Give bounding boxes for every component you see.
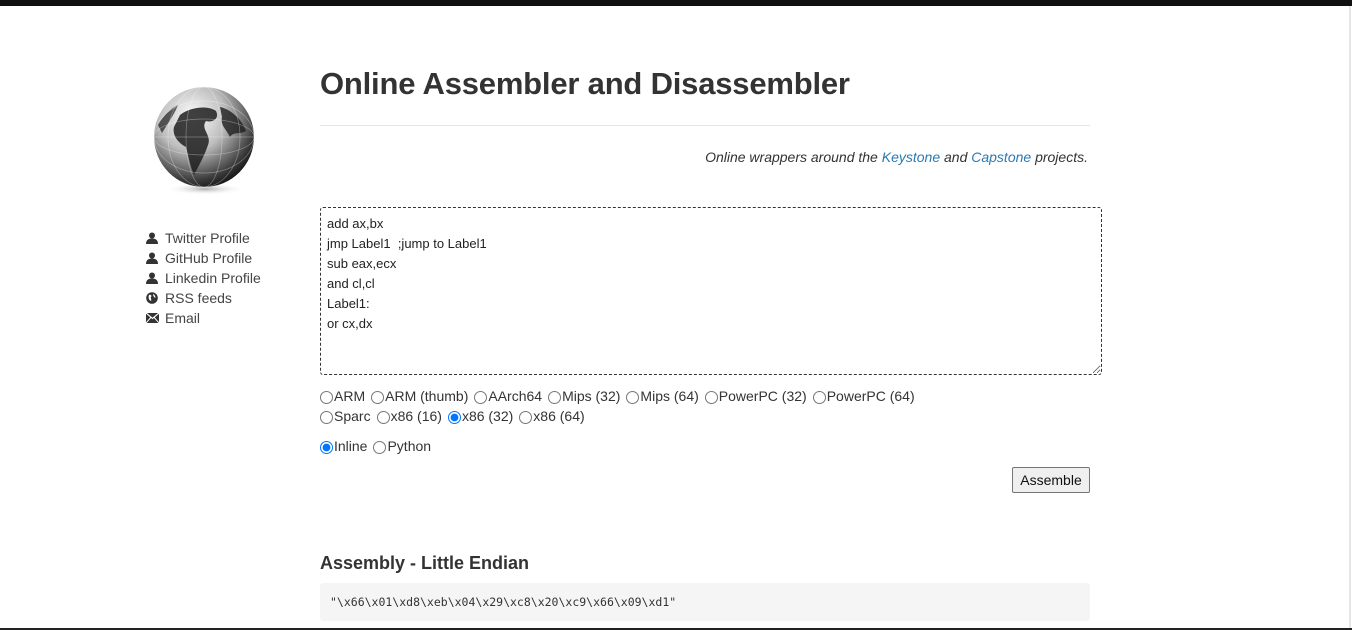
arch-radio[interactable] bbox=[371, 391, 385, 404]
assembly-output: "\x66\x01\xd8\xeb\x04\x29\xc8\x20\xc9\x6… bbox=[320, 583, 1090, 621]
arch-option-arm[interactable]: ARM bbox=[318, 388, 365, 404]
top-bar bbox=[0, 0, 1352, 6]
arch-option-ppc64[interactable]: PowerPC (64) bbox=[811, 388, 915, 404]
assemble-button[interactable]: Assemble bbox=[1012, 467, 1090, 493]
globe-icon bbox=[145, 291, 159, 305]
format-label: Python bbox=[387, 438, 432, 454]
arch-radio[interactable] bbox=[519, 411, 533, 424]
github-profile-link[interactable]: GitHub Profile bbox=[165, 248, 252, 268]
arch-radio[interactable] bbox=[626, 391, 640, 404]
sidebar-item-linkedin[interactable]: Linkedin Profile bbox=[145, 268, 261, 288]
arch-radio-row-2: Sparc x86 (16) x86 (32) x86 (64) bbox=[318, 408, 589, 424]
sidebar-item-twitter[interactable]: Twitter Profile bbox=[145, 228, 261, 248]
rss-feeds-link[interactable]: RSS feeds bbox=[165, 288, 232, 308]
arch-radio[interactable] bbox=[320, 411, 333, 424]
arch-label: Mips (32) bbox=[562, 388, 621, 404]
arch-label: x86 (32) bbox=[461, 408, 514, 424]
email-link[interactable]: Email bbox=[165, 308, 200, 328]
arch-radio-row-1: ARM ARM (thumb) AArch64 Mips (32) Mips (… bbox=[318, 388, 919, 404]
assembly-code-editor[interactable] bbox=[320, 207, 1102, 375]
page-title: Online Assembler and Disassembler bbox=[320, 66, 850, 101]
sidebar-item-github[interactable]: GitHub Profile bbox=[145, 248, 261, 268]
scrollbar-edge bbox=[1349, 6, 1351, 630]
arch-label: Sparc bbox=[334, 408, 371, 424]
tagline-text: Online wrappers around the bbox=[705, 149, 882, 165]
envelope-icon bbox=[145, 311, 159, 325]
arch-option-x86-64[interactable]: x86 (64) bbox=[517, 408, 585, 424]
arch-radio[interactable] bbox=[704, 391, 718, 404]
arch-radio[interactable] bbox=[548, 391, 562, 404]
tagline-text: projects. bbox=[1031, 149, 1088, 165]
arch-label: Mips (64) bbox=[640, 388, 699, 404]
arch-option-mips64[interactable]: Mips (64) bbox=[624, 388, 699, 404]
result-heading: Assembly - Little Endian bbox=[320, 553, 530, 573]
user-icon bbox=[145, 271, 159, 285]
arch-radio[interactable] bbox=[320, 391, 333, 404]
arch-option-x86-32[interactable]: x86 (32) bbox=[446, 408, 513, 424]
arch-option-ppc32[interactable]: PowerPC (32) bbox=[703, 388, 807, 404]
keystone-link[interactable]: Keystone bbox=[882, 149, 940, 165]
arch-radio[interactable] bbox=[447, 411, 461, 424]
format-radio-row: Inline Python bbox=[318, 438, 435, 454]
arch-label: ARM (thumb) bbox=[385, 388, 469, 404]
arch-option-arm-thumb[interactable]: ARM (thumb) bbox=[369, 388, 468, 404]
user-icon bbox=[145, 231, 159, 245]
arch-label: ARM bbox=[334, 388, 366, 404]
format-radio[interactable] bbox=[373, 441, 387, 454]
arch-option-aarch64[interactable]: AArch64 bbox=[472, 388, 542, 404]
arch-option-sparc[interactable]: Sparc bbox=[318, 408, 371, 424]
format-radio[interactable] bbox=[320, 441, 333, 454]
format-option-inline[interactable]: Inline bbox=[318, 438, 367, 454]
sidebar-links: Twitter Profile GitHub Profile Linkedin … bbox=[145, 228, 261, 328]
format-option-python[interactable]: Python bbox=[371, 438, 431, 454]
arch-radio[interactable] bbox=[474, 391, 488, 404]
arch-option-x86-16[interactable]: x86 (16) bbox=[375, 408, 442, 424]
format-label: Inline bbox=[334, 438, 368, 454]
arch-label: PowerPC (32) bbox=[718, 388, 807, 404]
arch-label: x86 (16) bbox=[390, 408, 442, 424]
arch-label: PowerPC (64) bbox=[826, 388, 915, 404]
globe-logo-icon bbox=[153, 86, 255, 195]
tagline: Online wrappers around the Keystone and … bbox=[320, 149, 1088, 165]
sidebar-item-email[interactable]: Email bbox=[145, 308, 261, 328]
tagline-text: and bbox=[940, 149, 972, 165]
title-divider bbox=[320, 125, 1090, 126]
capstone-link[interactable]: Capstone bbox=[971, 149, 1031, 165]
arch-option-mips32[interactable]: Mips (32) bbox=[546, 388, 620, 404]
linkedin-profile-link[interactable]: Linkedin Profile bbox=[165, 268, 261, 288]
arch-label: AArch64 bbox=[488, 388, 543, 404]
arch-radio[interactable] bbox=[812, 391, 826, 404]
arch-radio[interactable] bbox=[376, 411, 390, 424]
twitter-profile-link[interactable]: Twitter Profile bbox=[165, 228, 250, 248]
user-icon bbox=[145, 251, 159, 265]
sidebar-item-rss[interactable]: RSS feeds bbox=[145, 288, 261, 308]
arch-label: x86 (64) bbox=[533, 408, 585, 424]
